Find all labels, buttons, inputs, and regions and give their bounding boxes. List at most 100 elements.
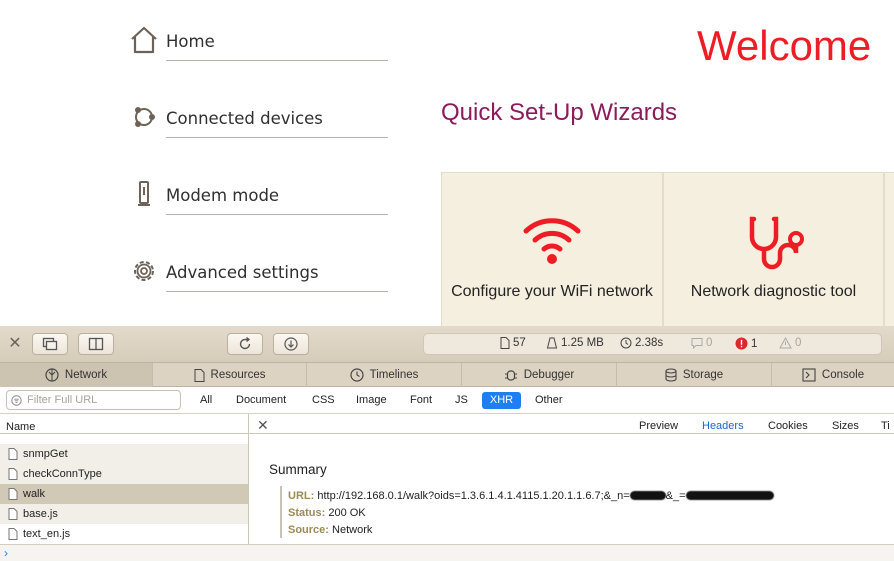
filter-type-other[interactable]: Other bbox=[529, 392, 569, 409]
home-icon bbox=[126, 22, 162, 58]
stat-size[interactable]: 1.25 MB bbox=[546, 337, 604, 349]
stat-time-value: 2.38s bbox=[635, 337, 664, 349]
tab-resources[interactable]: Resources bbox=[153, 363, 307, 387]
error-icon bbox=[735, 337, 748, 350]
detail-tab-preview[interactable]: Preview bbox=[639, 420, 678, 432]
bug-icon bbox=[504, 370, 517, 381]
nav-advanced-settings[interactable]: Advanced settings bbox=[126, 253, 388, 317]
filter-type-css[interactable]: CSS bbox=[306, 392, 341, 409]
stat-size-value: 1.25 MB bbox=[561, 337, 604, 349]
file-icon bbox=[8, 528, 18, 540]
filter-type-all[interactable]: All bbox=[194, 392, 218, 409]
nav-connected-devices[interactable]: Connected devices bbox=[126, 99, 388, 163]
dock-side-button[interactable] bbox=[78, 333, 114, 355]
filter-type-font[interactable]: Font bbox=[404, 392, 438, 409]
tab-debugger[interactable]: Debugger bbox=[462, 363, 617, 387]
document-icon bbox=[500, 337, 510, 349]
weight-icon bbox=[546, 337, 558, 349]
detail-tab-timing[interactable]: Ti bbox=[881, 420, 890, 432]
reload-button[interactable] bbox=[227, 333, 263, 355]
list-header-name[interactable]: Name bbox=[0, 414, 248, 434]
tab-network[interactable]: Network bbox=[0, 363, 153, 387]
nav-connected-devices-label: Connected devices bbox=[166, 109, 323, 128]
windows-icon bbox=[42, 337, 58, 351]
wizard-card-partial[interactable] bbox=[884, 172, 894, 326]
url-value[interactable]: http://192.168.0.1/walk?oids=1.3.6.1.4.1… bbox=[317, 490, 629, 502]
stat-time[interactable]: 2.38s bbox=[620, 337, 663, 349]
tab-console[interactable]: Console bbox=[772, 363, 894, 387]
detail-tab-headers[interactable]: Headers bbox=[702, 420, 744, 432]
wizard-card-wifi[interactable]: Configure your WiFi network bbox=[441, 172, 663, 326]
stat-resources-value: 57 bbox=[513, 337, 526, 349]
detail-tabs: ✕ Preview Headers Cookies Sizes Ti bbox=[249, 414, 894, 434]
filter-icon bbox=[11, 395, 22, 406]
wizard-card-diagnostic-label: Network diagnostic tool bbox=[690, 283, 857, 300]
welcome-heading: Welcome bbox=[697, 22, 872, 69]
nav-advanced-settings-label: Advanced settings bbox=[166, 263, 319, 282]
wizard-card-wifi-label: Configure your WiFi network bbox=[451, 283, 653, 300]
summary-url: URL: http://192.168.0.1/walk?oids=1.3.6.… bbox=[288, 490, 774, 502]
filter-url-input[interactable] bbox=[6, 390, 181, 410]
file-icon bbox=[8, 468, 18, 480]
stat-resources[interactable]: 57 bbox=[500, 337, 526, 349]
divider bbox=[166, 291, 388, 292]
stat-logs[interactable]: 0 bbox=[691, 337, 712, 349]
tab-timelines[interactable]: Timelines bbox=[307, 363, 462, 387]
download-icon bbox=[284, 337, 298, 351]
stat-warnings[interactable]: 0 bbox=[779, 337, 801, 349]
detail-tab-sizes[interactable]: Sizes bbox=[832, 420, 859, 432]
database-icon bbox=[665, 368, 677, 382]
stat-errors-value: 1 bbox=[751, 337, 758, 350]
download-button[interactable] bbox=[273, 333, 309, 355]
stat-errors[interactable]: 1 bbox=[735, 337, 757, 350]
nav-home[interactable]: Home bbox=[126, 22, 388, 86]
request-row[interactable]: snmpGet bbox=[0, 444, 248, 464]
request-row[interactable]: text_en.js bbox=[0, 524, 248, 544]
request-row[interactable]: base.js bbox=[0, 504, 248, 524]
resources-icon bbox=[194, 368, 205, 382]
wifi-icon bbox=[442, 213, 662, 265]
request-name: checkConnType bbox=[23, 468, 102, 480]
wizard-card-diagnostic[interactable]: Network diagnostic tool bbox=[663, 172, 884, 326]
request-row-selected[interactable]: walk bbox=[0, 484, 248, 504]
request-row[interactable]: checkConnType bbox=[0, 464, 248, 484]
close-inspector-icon[interactable]: ✕ bbox=[6, 335, 24, 353]
filter-type-xhr[interactable]: XHR bbox=[482, 392, 521, 409]
request-name: text_en.js bbox=[23, 528, 71, 540]
tab-storage[interactable]: Storage bbox=[617, 363, 772, 387]
network-icon bbox=[45, 368, 59, 382]
status-value: 200 OK bbox=[328, 507, 366, 519]
file-icon bbox=[8, 448, 18, 460]
prompt-chevron-icon: › bbox=[4, 546, 8, 560]
tab-resources-label: Resources bbox=[210, 369, 266, 381]
filter-type-document[interactable]: Document bbox=[230, 392, 292, 409]
request-name: base.js bbox=[23, 508, 58, 520]
redaction bbox=[685, 491, 774, 500]
stethoscope-icon bbox=[664, 215, 883, 271]
clock-icon bbox=[620, 337, 632, 349]
request-name: snmpGet bbox=[23, 448, 68, 460]
detail-tab-cookies[interactable]: Cookies bbox=[768, 420, 808, 432]
split-panel-icon bbox=[88, 337, 104, 351]
tab-storage-label: Storage bbox=[682, 369, 724, 381]
status-label: Status: bbox=[288, 507, 326, 519]
console-prompt-bar[interactable]: › bbox=[0, 544, 894, 561]
file-icon bbox=[8, 508, 18, 520]
filter-type-js[interactable]: JS bbox=[449, 392, 474, 409]
filter-type-image[interactable]: Image bbox=[350, 392, 393, 409]
timelines-icon bbox=[350, 368, 364, 382]
divider bbox=[166, 137, 388, 138]
summary-source: Source: Network bbox=[288, 524, 372, 536]
tab-console-label: Console bbox=[821, 369, 865, 381]
source-label: Source: bbox=[288, 524, 329, 536]
close-detail-icon[interactable]: ✕ bbox=[257, 417, 269, 434]
request-name: walk bbox=[23, 488, 46, 500]
modem-icon bbox=[126, 176, 162, 212]
activity-stats: 57 1.25 MB 2.38s 0 1 0 bbox=[423, 333, 882, 355]
divider bbox=[166, 214, 388, 215]
summary-status: Status: 200 OK bbox=[288, 507, 366, 519]
wizards-title: Quick Set-Up Wizards bbox=[441, 99, 678, 126]
undock-button[interactable] bbox=[32, 333, 68, 355]
nav-modem-mode[interactable]: Modem mode bbox=[126, 176, 388, 240]
tab-timelines-label: Timelines bbox=[369, 369, 419, 381]
